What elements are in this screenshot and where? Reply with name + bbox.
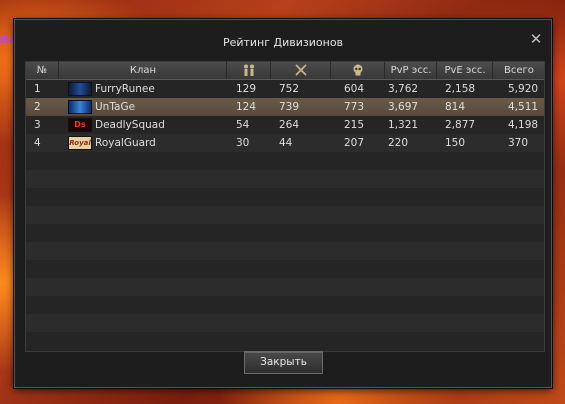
clan-name: DeadlySquad (95, 119, 165, 131)
header-deaths[interactable] (330, 62, 385, 79)
clan-emblem-icon (68, 82, 92, 96)
header-pve[interactable]: PvE эсс. (436, 62, 493, 79)
clan-emblem-icon: Royal (68, 136, 92, 150)
row-kills: 44 (279, 137, 293, 149)
window-title: Рейтинг Дивизионов (222, 36, 344, 49)
row-total: 4,198 (508, 119, 539, 131)
table-row[interactable]: 1 FurryRunee 129 752 604 3,762 2,158 5,9… (26, 80, 544, 98)
row-total: 5,920 (508, 83, 539, 95)
members-icon (244, 64, 254, 76)
empty-row (26, 260, 544, 278)
empty-row (26, 170, 544, 188)
row-pvp: 1,321 (388, 119, 419, 131)
close-button[interactable]: Закрыть (244, 351, 323, 374)
row-rank: 1 (34, 83, 41, 95)
rating-table: № Клан PvP эсс. PvE эсс. Всего 1 FurryRu… (25, 61, 545, 352)
header-pvp[interactable]: PvP эсс. (384, 62, 437, 79)
empty-row (26, 296, 544, 314)
row-members: 30 (236, 137, 250, 149)
empty-row (26, 278, 544, 296)
row-clan: Ds DeadlySquad (68, 116, 165, 134)
row-clan: FurryRunee (68, 80, 155, 98)
row-rank: 2 (34, 101, 41, 113)
table-header: № Клан PvP эсс. PvE эсс. Всего (26, 62, 544, 80)
skull-icon (353, 64, 363, 76)
row-total: 370 (508, 137, 529, 149)
division-rating-window: Рейтинг Дивизионов ✕ № Клан PvP эсс. PvE… (14, 19, 552, 388)
empty-row (26, 314, 544, 332)
row-deaths: 773 (344, 101, 365, 113)
row-kills: 752 (279, 83, 300, 95)
empty-row (26, 242, 544, 260)
header-total[interactable]: Всего (492, 62, 545, 79)
row-pve: 2,877 (445, 119, 476, 131)
empty-row (26, 206, 544, 224)
crossed-swords-icon (295, 64, 307, 76)
header-rank[interactable]: № (26, 62, 58, 79)
row-rank: 4 (34, 137, 41, 149)
row-pve: 2,158 (445, 83, 476, 95)
header-kills[interactable] (270, 62, 331, 79)
row-deaths: 215 (344, 119, 365, 131)
row-members: 129 (236, 83, 257, 95)
row-clan: Royal RoyalGuard (68, 134, 156, 152)
row-deaths: 207 (344, 137, 365, 149)
empty-row (26, 188, 544, 206)
row-members: 54 (236, 119, 250, 131)
row-members: 124 (236, 101, 257, 113)
clan-name: RoyalGuard (95, 137, 156, 149)
clan-emblem-icon (68, 100, 92, 114)
row-pvp: 3,762 (388, 83, 419, 95)
row-kills: 739 (279, 101, 300, 113)
row-pve: 150 (445, 137, 466, 149)
empty-row (26, 224, 544, 242)
row-deaths: 604 (344, 83, 365, 95)
header-members[interactable] (226, 62, 271, 79)
row-kills: 264 (279, 119, 300, 131)
empty-row (26, 332, 544, 350)
row-clan: UnTaGe (68, 98, 135, 116)
row-total: 4,511 (508, 101, 539, 113)
row-pvp: 220 (388, 137, 409, 149)
table-row[interactable]: 3 Ds DeadlySquad 54 264 215 1,321 2,877 … (26, 116, 544, 134)
row-pvp: 3,697 (388, 101, 419, 113)
clan-emblem-icon: Ds (68, 118, 92, 132)
table-row[interactable]: 4 Royal RoyalGuard 30 44 207 220 150 370 (26, 134, 544, 152)
clan-name: FurryRunee (95, 83, 155, 95)
clan-name: UnTaGe (95, 101, 136, 113)
empty-row (26, 152, 544, 170)
table-row-selected[interactable]: 2 UnTaGe 124 739 773 3,697 814 4,511 (26, 98, 544, 116)
row-rank: 3 (34, 119, 41, 131)
row-pve: 814 (445, 101, 466, 113)
header-clan[interactable]: Клан (58, 62, 227, 79)
close-icon[interactable]: ✕ (529, 32, 543, 47)
